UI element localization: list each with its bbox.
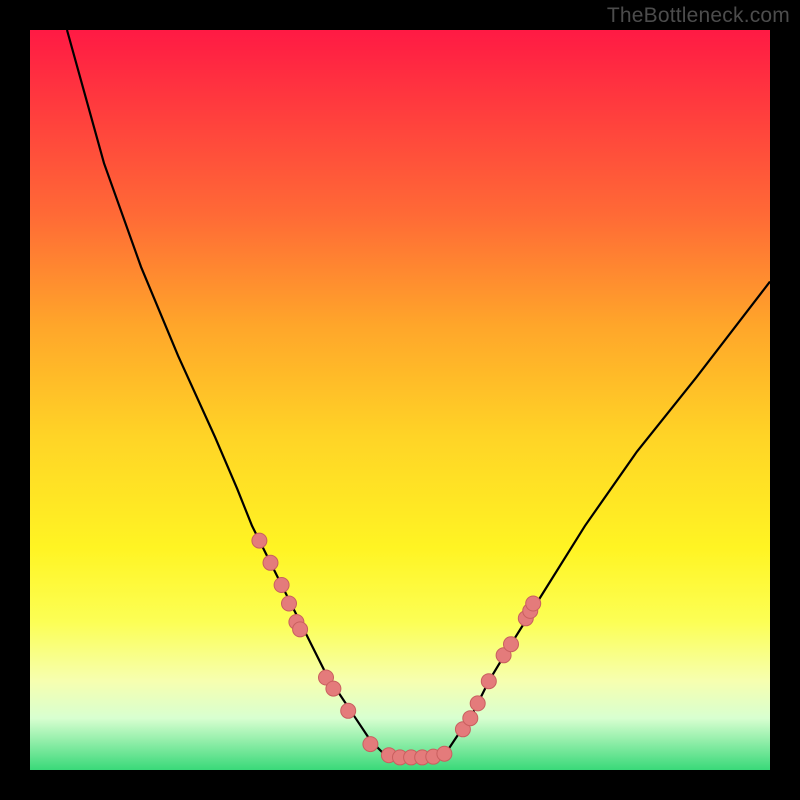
data-marker — [437, 746, 452, 761]
data-marker — [470, 696, 485, 711]
marker-layer — [252, 533, 541, 765]
data-marker — [463, 711, 478, 726]
data-marker — [293, 622, 308, 637]
data-marker — [252, 533, 267, 548]
data-marker — [341, 703, 356, 718]
data-marker — [282, 596, 297, 611]
chart-frame: TheBottleneck.com — [0, 0, 800, 800]
data-marker — [504, 637, 519, 652]
data-marker — [526, 596, 541, 611]
chart-svg — [30, 30, 770, 770]
data-marker — [263, 555, 278, 570]
data-marker — [274, 578, 289, 593]
plot-area — [30, 30, 770, 770]
data-marker — [363, 737, 378, 752]
data-marker — [326, 681, 341, 696]
watermark-text: TheBottleneck.com — [607, 4, 790, 28]
data-marker — [481, 674, 496, 689]
bottleneck-curve — [67, 30, 770, 759]
curve-layer — [67, 30, 770, 759]
